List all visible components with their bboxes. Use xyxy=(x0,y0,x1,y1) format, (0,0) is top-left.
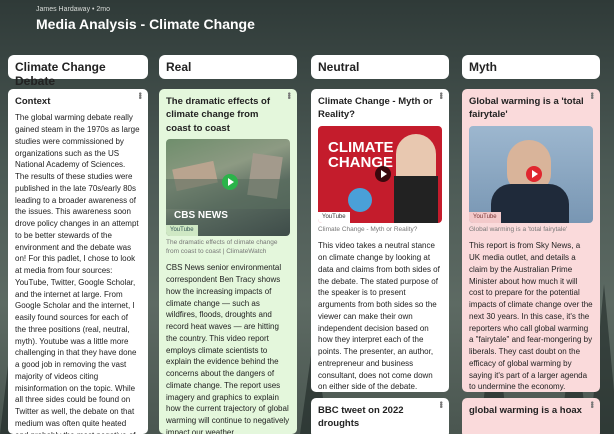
card-title: Climate Change - Myth or Reality? xyxy=(318,96,433,121)
card-title: Global warming is a 'total fairytale' xyxy=(469,96,584,121)
column-header-real[interactable]: Real xyxy=(159,55,297,79)
column-header-debate[interactable]: Climate Change Debate xyxy=(8,55,148,88)
myth-card-2[interactable]: ••• global warming is a hoax xyxy=(462,398,600,434)
column-header-neutral[interactable]: Neutral xyxy=(311,55,449,79)
youtube-badge: YouTube xyxy=(166,225,198,236)
context-card[interactable]: ••• Context The global warming debate re… xyxy=(8,89,148,434)
play-icon[interactable] xyxy=(222,173,238,190)
video-thumbnail[interactable]: CLIMATE CHANGE YouTube xyxy=(318,125,442,223)
column-header-myth[interactable]: Myth xyxy=(462,55,600,79)
card-title: BBC tweet on 2022 droughts xyxy=(318,405,404,430)
card-title: The dramatic effects of climate change f… xyxy=(166,96,270,134)
card-body: This report is from Sky News, a UK media… xyxy=(469,241,593,392)
real-card[interactable]: ••• The dramatic effects of climate chan… xyxy=(159,89,297,434)
board-header: James Hardaway • 2mo Media Analysis - Cl… xyxy=(36,6,255,32)
board-title: Media Analysis - Climate Change xyxy=(36,16,255,32)
author-byline: James Hardaway • 2mo xyxy=(36,6,111,13)
more-options-icon[interactable]: ••• xyxy=(135,92,145,98)
video-caption: Global warming is a 'total fairytale' xyxy=(469,225,568,233)
cbs-news-logo: CBS NEWS xyxy=(174,209,228,221)
more-options-icon[interactable]: ••• xyxy=(436,92,446,98)
video-caption: Climate Change - Myth or Reality? xyxy=(318,225,418,233)
card-body: This video takes a neutral stance on cli… xyxy=(318,241,440,392)
video-thumbnail[interactable]: CBS NEWS YouTube xyxy=(166,138,290,236)
more-options-icon[interactable]: ••• xyxy=(587,92,597,98)
video-caption: The dramatic effects of climate change f… xyxy=(166,238,278,255)
card-body: The global warming debate really gained … xyxy=(15,113,140,434)
more-options-icon[interactable]: ••• xyxy=(587,401,597,407)
more-options-icon[interactable]: ••• xyxy=(436,401,446,407)
more-options-icon[interactable]: ••• xyxy=(284,92,294,98)
youtube-badge: YouTube xyxy=(318,211,350,223)
card-title: global warming is a hoax xyxy=(469,405,582,416)
video-thumbnail[interactable]: YouTube xyxy=(469,125,593,223)
neutral-card[interactable]: ••• Climate Change - Myth or Reality? CL… xyxy=(311,89,449,392)
youtube-badge: YouTube xyxy=(469,211,501,223)
thumbnail-text: CLIMATE xyxy=(328,138,394,156)
card-title: Context xyxy=(15,96,51,107)
play-icon[interactable] xyxy=(375,165,391,182)
myth-card[interactable]: ••• Global warming is a 'total fairytale… xyxy=(462,89,600,392)
play-icon[interactable] xyxy=(526,165,542,182)
neutral-card-2[interactable]: ••• BBC tweet on 2022 droughts xyxy=(311,398,449,434)
card-body: CBS News senior environmental correspond… xyxy=(166,263,290,434)
